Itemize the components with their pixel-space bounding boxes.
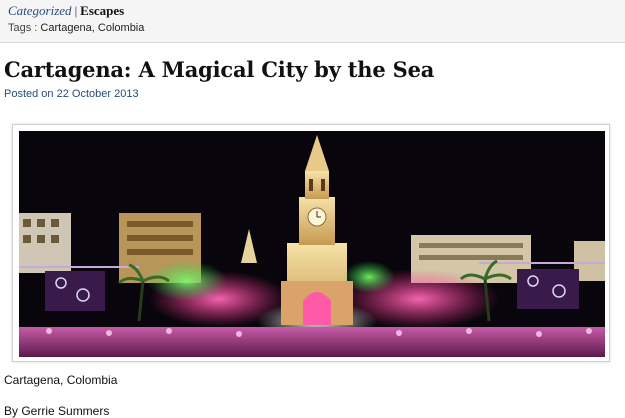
tags-line: Tags : Cartagena, Colombia [8, 22, 144, 34]
post-photo[interactable] [19, 131, 605, 357]
post-date-link[interactable]: 22 October 2013 [57, 88, 139, 100]
photo-caption: Cartagena, Colombia [4, 373, 118, 387]
categorized-label[interactable]: Categorized [8, 3, 72, 18]
category-bar: Categorized | Escapes Tags : Cartagena, Co… [0, 0, 625, 43]
author-byline: By Gerrie Summers [4, 404, 110, 418]
category-line: Categorized | Escapes [8, 3, 124, 19]
post-title[interactable]: Cartagena: A Magical City by the Sea [4, 57, 434, 82]
post-photo-frame [12, 124, 610, 362]
category-separator: | [74, 3, 78, 18]
posted-prefix: Posted on [4, 88, 54, 100]
posted-line: Posted on 22 October 2013 [4, 88, 139, 100]
tag-links[interactable]: Cartagena, Colombia [40, 22, 144, 34]
tags-label: Tags : [8, 22, 38, 34]
category-link-escapes[interactable]: Escapes [80, 3, 124, 18]
